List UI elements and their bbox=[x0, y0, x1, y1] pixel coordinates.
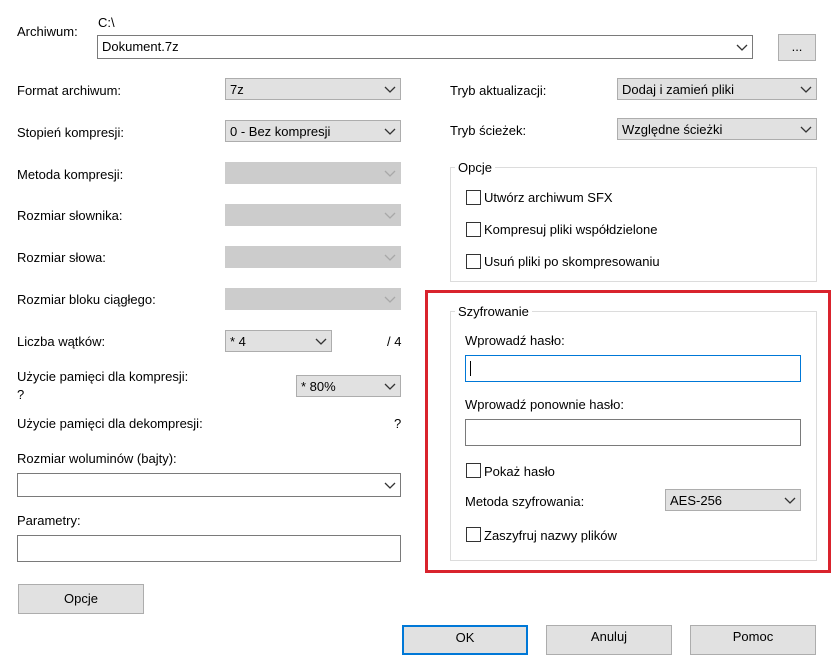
word-label: Rozmiar słowa: bbox=[17, 250, 106, 265]
options-group-title: Opcje bbox=[455, 160, 495, 175]
block-label: Rozmiar bloku ciągłego: bbox=[17, 292, 156, 307]
mem-decomp-label: Użycie pamięci dla dekompresji: bbox=[17, 416, 203, 431]
show-password-checkbox[interactable] bbox=[466, 463, 481, 478]
level-select[interactable]: 0 - Bez kompresji bbox=[225, 120, 401, 142]
chevron-down-icon[interactable] bbox=[736, 41, 748, 53]
encrypt-names-checkbox[interactable] bbox=[466, 527, 481, 542]
level-label: Stopień kompresji: bbox=[17, 125, 124, 140]
encrypt-names-label[interactable]: Zaszyfruj nazwy plików bbox=[484, 528, 617, 543]
format-value: 7z bbox=[230, 82, 244, 97]
threads-select[interactable]: * 4 bbox=[225, 330, 332, 352]
repeat-label: Wprowadź ponownie hasło: bbox=[465, 397, 624, 412]
paths-label: Tryb ścieżek: bbox=[450, 123, 527, 138]
enc-method-value: AES-256 bbox=[670, 493, 723, 508]
archive-filename-combo[interactable]: Dokument.7z bbox=[97, 35, 753, 59]
format-select[interactable]: 7z bbox=[225, 78, 401, 100]
threads-value: * 4 bbox=[230, 334, 246, 349]
archive-filename[interactable]: Dokument.7z bbox=[102, 39, 179, 54]
archive-path: C:\ bbox=[98, 15, 115, 30]
method-select[interactable] bbox=[225, 162, 401, 184]
browse-button[interactable]: ... bbox=[778, 34, 816, 61]
sfx-label[interactable]: Utwórz archiwum SFX bbox=[484, 190, 613, 205]
password-label: Wprowadź hasło: bbox=[465, 333, 565, 348]
volumes-combo[interactable] bbox=[17, 473, 401, 497]
chevron-down-icon bbox=[384, 254, 396, 261]
chevron-down-icon bbox=[384, 86, 396, 93]
repeat-password-input[interactable] bbox=[465, 419, 801, 446]
cancel-button[interactable]: Anuluj bbox=[546, 625, 672, 655]
level-value: 0 - Bez kompresji bbox=[230, 124, 331, 139]
archive-label: Archiwum: bbox=[17, 24, 78, 39]
params-label: Parametry: bbox=[17, 513, 81, 528]
block-select[interactable] bbox=[225, 288, 401, 310]
chevron-down-icon bbox=[384, 212, 396, 219]
sfx-checkbox[interactable] bbox=[466, 190, 481, 205]
options-button[interactable]: Opcje bbox=[18, 584, 144, 614]
update-select[interactable]: Dodaj i zamień pliki bbox=[617, 78, 817, 100]
threads-label: Liczba wątków: bbox=[17, 334, 106, 349]
chevron-down-icon bbox=[384, 170, 396, 177]
paths-value: Względne ścieżki bbox=[622, 122, 723, 137]
chevron-down-icon bbox=[800, 126, 812, 133]
encryption-group-title: Szyfrowanie bbox=[455, 304, 532, 319]
enc-method-label: Metoda szyfrowania: bbox=[465, 494, 585, 509]
update-value: Dodaj i zamień pliki bbox=[622, 82, 734, 97]
password-input[interactable] bbox=[465, 355, 801, 382]
volumes-label: Rozmiar woluminów (bajty): bbox=[17, 451, 177, 466]
word-select[interactable] bbox=[225, 246, 401, 268]
chevron-down-icon bbox=[384, 128, 396, 135]
shared-label[interactable]: Kompresuj pliki współdzielone bbox=[484, 222, 657, 237]
show-password-label[interactable]: Pokaż hasło bbox=[484, 464, 555, 479]
dict-label: Rozmiar słownika: bbox=[17, 208, 123, 223]
update-label: Tryb aktualizacji: bbox=[450, 83, 547, 98]
mem-decomp-value: ? bbox=[394, 416, 402, 431]
delete-label[interactable]: Usuń pliki po skompresowaniu bbox=[484, 254, 660, 269]
ok-button[interactable]: OK bbox=[402, 625, 528, 655]
paths-select[interactable]: Względne ścieżki bbox=[617, 118, 817, 140]
text-cursor bbox=[470, 361, 471, 376]
mem-comp-select[interactable]: * 80% bbox=[296, 375, 401, 397]
dict-select[interactable] bbox=[225, 204, 401, 226]
chevron-down-icon bbox=[784, 497, 796, 504]
chevron-down-icon bbox=[315, 338, 327, 345]
chevron-down-icon bbox=[800, 86, 812, 93]
params-input[interactable] bbox=[17, 535, 401, 562]
enc-method-select[interactable]: AES-256 bbox=[665, 489, 801, 511]
delete-checkbox[interactable] bbox=[466, 254, 481, 269]
help-button[interactable]: Pomoc bbox=[690, 625, 816, 655]
chevron-down-icon bbox=[384, 383, 396, 390]
chevron-down-icon bbox=[384, 296, 396, 303]
shared-checkbox[interactable] bbox=[466, 222, 481, 237]
mem-comp-label: Użycie pamięci dla kompresji: bbox=[17, 369, 189, 384]
mem-comp-question: ? bbox=[17, 387, 25, 402]
threads-max: / 4 bbox=[387, 334, 402, 349]
mem-comp-value: * 80% bbox=[301, 379, 336, 394]
method-label: Metoda kompresji: bbox=[17, 167, 124, 182]
format-label: Format archiwum: bbox=[17, 83, 122, 98]
chevron-down-icon[interactable] bbox=[384, 479, 396, 491]
